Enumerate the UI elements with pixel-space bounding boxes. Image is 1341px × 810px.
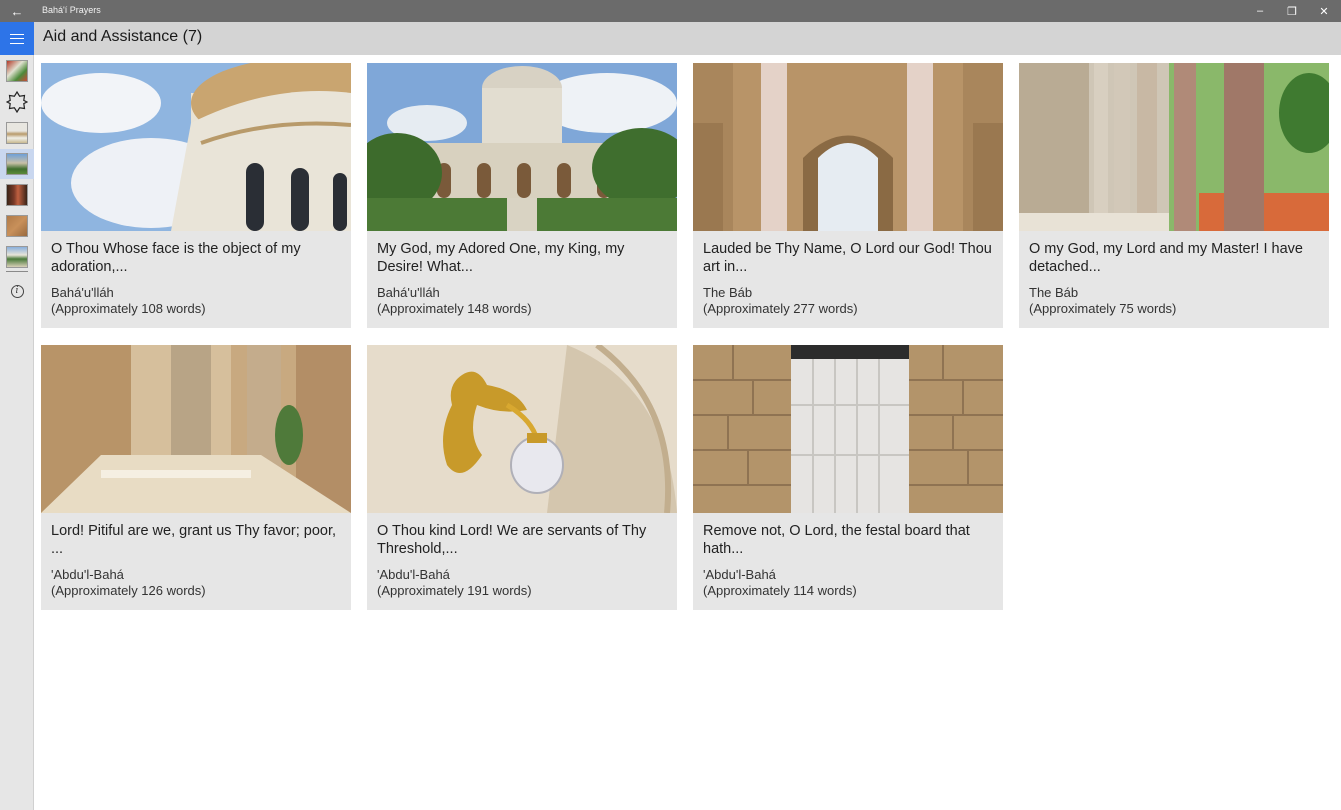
flowers-thumbnail-icon xyxy=(6,60,28,82)
prayer-card-word-count: (Approximately 148 words) xyxy=(377,301,532,316)
title-bar: ← Bahá'í Prayers – ❐ ✕ xyxy=(0,0,1341,22)
prayer-card-word-count: (Approximately 75 words) xyxy=(1029,301,1177,316)
window-title: Bahá'í Prayers xyxy=(42,5,101,15)
prayer-card-image xyxy=(693,63,1003,231)
info-icon: i xyxy=(10,284,24,298)
minimize-button[interactable]: – xyxy=(1244,0,1276,22)
prayer-card-author: The Báb xyxy=(703,285,753,300)
sidebar-item-star[interactable] xyxy=(0,87,34,117)
sidebar-item-gardens[interactable] xyxy=(0,149,34,179)
terrace-thumbnail-icon xyxy=(6,246,28,268)
prayer-card-title: Lord! Pitiful are we, grant us Thy favor… xyxy=(51,523,337,557)
restore-button[interactable]: ❐ xyxy=(1276,0,1308,22)
prayer-card[interactable]: O Thou Whose face is the object of my ad… xyxy=(41,63,351,328)
prayer-card-image xyxy=(693,345,1003,513)
sidebar-item-terrace[interactable] xyxy=(0,242,34,272)
back-button[interactable]: ← xyxy=(0,0,34,22)
prayer-card[interactable]: O my God, my Lord and my Master! I have … xyxy=(1019,63,1329,328)
prayer-card-author: 'Abdu'l-Bahá xyxy=(377,567,450,582)
prayer-card[interactable]: Remove not, O Lord, the festal board tha… xyxy=(693,345,1003,610)
prayer-card-author: Bahá'u'lláh xyxy=(377,285,440,300)
back-arrow-icon: ← xyxy=(10,3,24,19)
prayer-card-title: O Thou kind Lord! We are servants of Thy… xyxy=(377,523,647,557)
page-header: Aid and Assistance (7) xyxy=(34,22,1341,55)
restore-icon: ❐ xyxy=(1287,5,1297,18)
doorway-thumbnail-icon xyxy=(6,184,28,206)
prayer-card-image xyxy=(41,345,351,513)
sidebar-item-shrine[interactable] xyxy=(0,118,34,148)
prayer-card[interactable]: My God, my Adored One, my King, my Desir… xyxy=(367,63,677,328)
gardens-thumbnail-icon xyxy=(6,153,28,175)
sidebar-item-doorway[interactable] xyxy=(0,180,34,210)
shrine-thumbnail-icon xyxy=(6,122,28,144)
prayer-card-title: O Thou Whose face is the object of my ad… xyxy=(51,241,301,275)
prayer-card-title: Remove not, O Lord, the festal board tha… xyxy=(703,523,970,557)
prayer-card-word-count: (Approximately 191 words) xyxy=(377,583,532,598)
prayer-card-author: The Báb xyxy=(1029,285,1079,300)
prayer-card[interactable]: Lauded be Thy Name, O Lord our God! Thou… xyxy=(693,63,1003,328)
prayer-card-word-count: (Approximately 114 words) xyxy=(703,583,857,598)
prayer-card-image xyxy=(1019,63,1329,231)
prayer-card-word-count: (Approximately 126 words) xyxy=(51,583,206,598)
prayer-card-word-count: (Approximately 108 words) xyxy=(51,301,206,316)
sidebar-item-stone[interactable] xyxy=(0,211,34,241)
prayer-card-title: My God, my Adored One, my King, my Desir… xyxy=(377,241,625,275)
star-outline-icon xyxy=(6,91,28,113)
prayer-card-image xyxy=(41,63,351,231)
sidebar-item-info[interactable]: i xyxy=(0,276,34,306)
minimize-icon: – xyxy=(1256,5,1264,17)
prayer-card-image xyxy=(367,345,677,513)
hamburger-menu-button[interactable] xyxy=(0,22,34,55)
sidebar-item-flowers[interactable] xyxy=(0,56,34,86)
stone-thumbnail-icon xyxy=(6,215,28,237)
prayer-card-word-count: (Approximately 277 words) xyxy=(703,301,858,316)
sidebar: i xyxy=(0,22,34,810)
prayer-card-title: O my God, my Lord and my Master! I have … xyxy=(1029,241,1303,275)
prayer-card[interactable]: O Thou kind Lord! We are servants of Thy… xyxy=(367,345,677,610)
page-title: Aid and Assistance (7) xyxy=(43,28,203,45)
prayer-card-author: Bahá'u'lláh xyxy=(51,285,114,300)
close-button[interactable]: ✕ xyxy=(1308,0,1340,22)
prayer-card-title: Lauded be Thy Name, O Lord our God! Thou… xyxy=(703,241,992,275)
prayer-card-author: 'Abdu'l-Bahá xyxy=(703,567,776,582)
prayer-card-author: 'Abdu'l-Bahá xyxy=(51,567,124,582)
close-icon: ✕ xyxy=(1319,5,1329,18)
hamburger-icon xyxy=(10,33,24,44)
prayer-card-image xyxy=(367,63,677,231)
sidebar-divider xyxy=(6,271,28,272)
prayer-card[interactable]: Lord! Pitiful are we, grant us Thy favor… xyxy=(41,345,351,610)
